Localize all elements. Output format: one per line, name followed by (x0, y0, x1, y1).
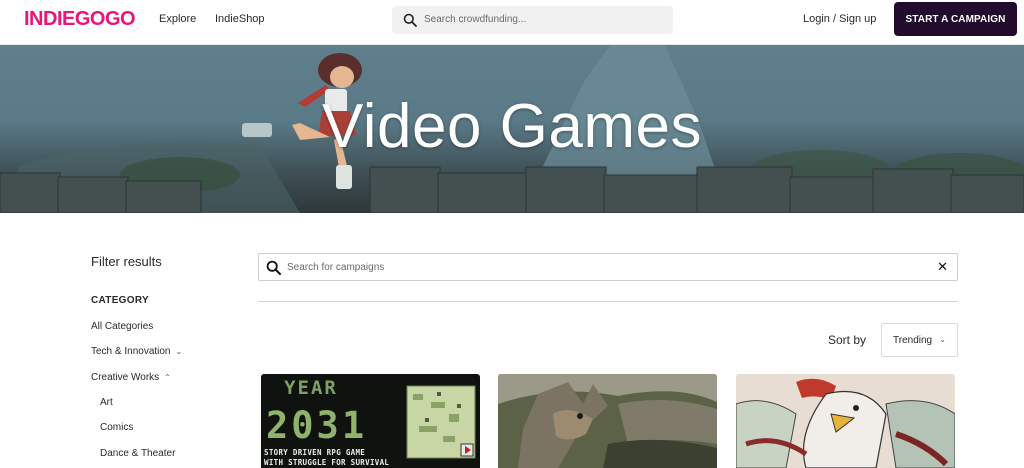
divider (258, 301, 958, 302)
chevron-down-icon: ⌄ (939, 335, 946, 344)
category-heading: CATEGORY (91, 295, 149, 306)
card-year-number: 2031 (266, 404, 368, 447)
top-navigation-bar: INDIEGOGO Explore IndieShop Search crowd… (0, 0, 1024, 45)
global-search-placeholder: Search crowdfunding... (424, 14, 527, 25)
card-year-label: YEAR (284, 377, 338, 399)
category-label: Tech & Innovation (91, 346, 171, 357)
category-tech-innovation[interactable]: Tech & Innovation ⌄ (91, 346, 182, 357)
nav-indieshop[interactable]: IndieShop (215, 13, 265, 25)
search-icon (266, 260, 281, 275)
comic-artwork-image (736, 378, 955, 468)
subcategory-comics[interactable]: Comics (100, 422, 133, 433)
campaign-search-input[interactable]: Search for campaigns ✕ (258, 253, 958, 281)
category-all[interactable]: All Categories (91, 321, 153, 332)
chevron-up-icon: ⌃ (164, 373, 171, 382)
nav-explore[interactable]: Explore (159, 13, 196, 25)
clear-search-icon[interactable]: ✕ (937, 259, 948, 275)
category-label: Dance & Theater (100, 448, 176, 459)
category-label: Art (100, 397, 113, 408)
category-hero-banner: Video Games (0, 45, 1024, 213)
subcategory-art[interactable]: Art (100, 397, 113, 408)
category-label: Comics (100, 422, 134, 433)
creature-artwork-image (498, 374, 717, 468)
filter-results-heading: Filter results (91, 254, 162, 269)
category-label: All Categories (91, 321, 154, 332)
campaign-search-placeholder: Search for campaigns (287, 262, 385, 273)
subcategory-dance-theater[interactable]: Dance & Theater (100, 448, 175, 459)
category-label: Creative Works (91, 372, 160, 383)
search-icon (403, 13, 417, 27)
campaign-card-image[interactable] (736, 374, 955, 468)
card-tagline-line1: STORY DRIVEN RPG GAME (264, 448, 366, 457)
sort-dropdown[interactable]: Trending ⌄ (881, 323, 958, 357)
login-signup-link[interactable]: Login / Sign up (803, 13, 876, 25)
sort-by-label: Sort by (828, 333, 867, 347)
category-creative-works[interactable]: Creative Works ⌃ (91, 372, 171, 383)
campaign-card-image[interactable]: YEAR 2031 STORY DRIVEN RPG GAME WITH STR… (261, 374, 480, 468)
start-campaign-button[interactable]: START A CAMPAIGN (894, 2, 1017, 36)
campaign-card-image[interactable] (498, 374, 717, 468)
page-title: Video Games (321, 92, 702, 161)
chevron-down-icon: ⌄ (175, 347, 183, 356)
card-tagline-line2: WITH STRUGGLE FOR SURVIVAL (264, 458, 390, 467)
indiegogo-logo[interactable]: INDIEGOGO (24, 8, 136, 31)
sort-selected-value: Trending (893, 335, 933, 346)
global-search-input[interactable]: Search crowdfunding... (392, 6, 673, 34)
